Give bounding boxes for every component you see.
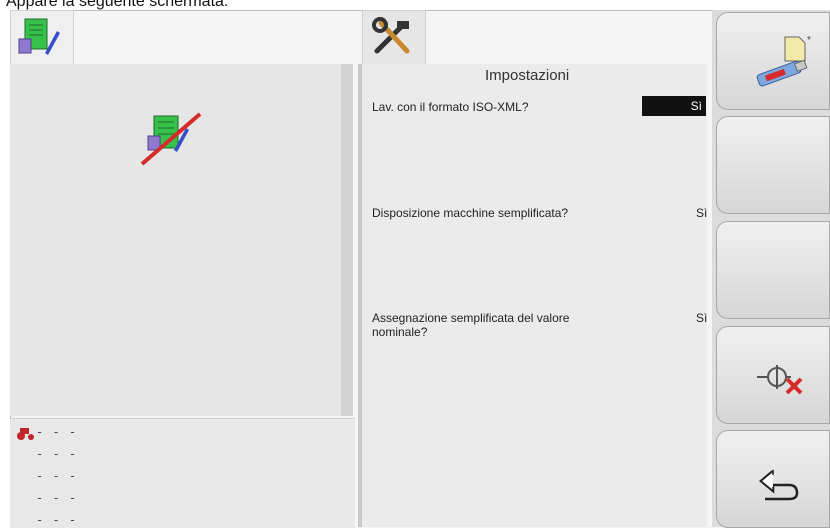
softkey-empty-1[interactable] [716, 116, 830, 214]
setting-iso-xml-label[interactable]: Lav. con il formato ISO-XML? [372, 100, 622, 114]
left-panel [10, 64, 353, 416]
tab-settings[interactable] [362, 10, 426, 65]
tractor-icon [17, 428, 34, 440]
status-row-5: - - - [36, 513, 78, 527]
usb-new-file-icon: * [756, 35, 811, 87]
softkey-empty-2[interactable] [716, 221, 830, 319]
left-scrollbar[interactable] [341, 64, 353, 416]
settings-title: Impostazioni [485, 67, 570, 84]
tools-wrench-hammer-icon [372, 17, 410, 54]
svg-text:*: * [807, 35, 811, 46]
setting-simplified-layout-label[interactable]: Disposizione macchine semplificata? [372, 206, 632, 220]
back-return-icon [759, 469, 799, 501]
setting-simplified-layout-value[interactable]: Sì [696, 206, 707, 220]
disconnect-button[interactable] [716, 326, 830, 424]
disconnect-cancel-icon [757, 365, 803, 395]
setting-iso-xml-value[interactable]: Sì [642, 96, 706, 116]
status-row-1: - - - [36, 425, 78, 439]
settings-panel [362, 64, 707, 527]
setting-nominal-value-label[interactable]: Assegnazione semplificata del valore nom… [372, 311, 612, 339]
status-row-4: - - - [36, 491, 78, 505]
status-row-3: - - - [36, 469, 78, 483]
usb-new-file-button[interactable]: * [716, 12, 830, 110]
status-row-2: - - - [36, 447, 78, 461]
task-document-disabled-icon [140, 112, 202, 166]
task-document-icon [18, 18, 60, 55]
tab-task[interactable] [10, 10, 74, 65]
setting-nominal-value-value[interactable]: Sì [696, 311, 707, 325]
back-button[interactable] [716, 430, 830, 528]
machine-status-panel: - - - - - - - - - - - - - - - [10, 418, 355, 528]
